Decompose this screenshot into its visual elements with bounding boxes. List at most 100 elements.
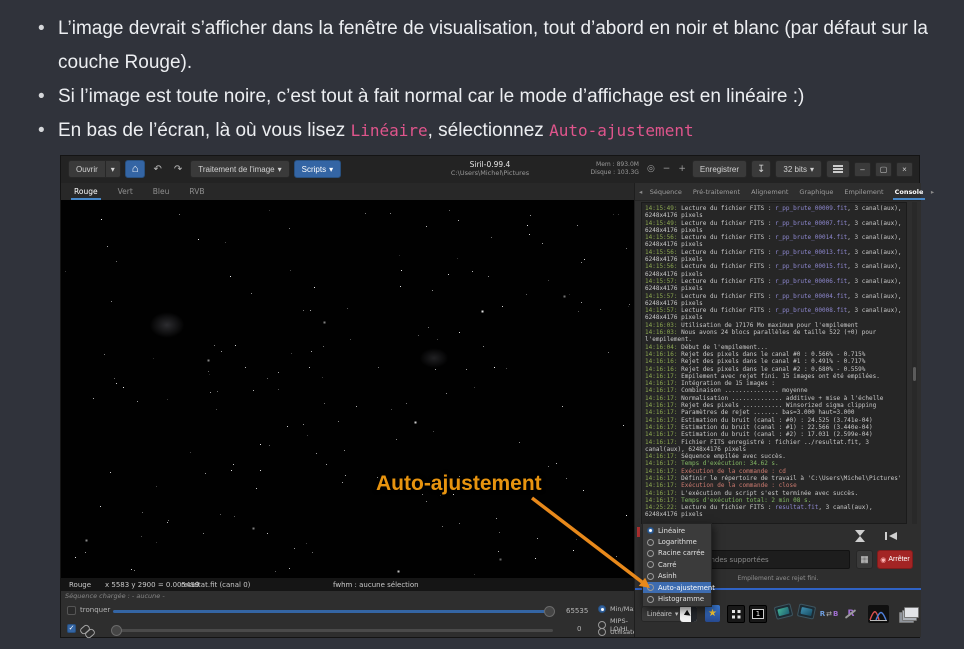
scaling-radio-min-max[interactable]: Min/Max	[598, 605, 637, 613]
display-mode-option-lin-aire[interactable]: Linéaire	[643, 525, 711, 536]
doc-bullet: Si l’image est toute noire, c’est tout à…	[36, 80, 942, 114]
high-cutoff-value: 65535	[566, 607, 589, 615]
channel-extract-icon[interactable]: R	[842, 605, 860, 623]
close-button[interactable]: ×	[896, 161, 913, 177]
stop-button[interactable]: ◉ Arrêter	[877, 550, 913, 569]
open-button[interactable]: Ouvrir	[68, 160, 106, 178]
close-icon: ×	[902, 164, 907, 174]
console-line: 14:16:17: Temps d'exécution: 34.62 s.	[645, 460, 779, 468]
inline-code: Linéaire	[350, 121, 428, 140]
zoom-in-icon[interactable]: +	[676, 164, 688, 174]
grid-view-icon[interactable]	[727, 605, 745, 623]
siril-window: Ouvrir ▾ ⌂ ↶ ↷ Traitement de l'image ▾ Sc…	[60, 155, 934, 640]
display-mode-dropdown[interactable]: Linéaire ▾	[641, 606, 685, 622]
tabs-scroll-right-icon[interactable]: ▸	[929, 188, 936, 196]
window-title: Siril-0.99.4 C:\Users\Michel\Pictures	[451, 160, 529, 178]
popup-edge-mark	[637, 527, 640, 537]
link-icon	[78, 623, 97, 640]
maximize-icon: ▢	[879, 164, 888, 174]
console-line: 14:16:17: Combinaison ............... mo…	[645, 387, 808, 395]
display-mode-option-logarithme[interactable]: Logarithme	[643, 536, 711, 547]
image-processing-label: Traitement de l'image	[198, 164, 275, 174]
toolbar-left: Ouvrir ▾ ⌂ ↶ ↷ Traitement de l'image ▾ Sc…	[68, 160, 342, 178]
undo-button[interactable]: ↶	[149, 160, 165, 178]
photometry-star-icon[interactable]: ★	[705, 605, 720, 622]
console-line: 14:16:17: L'exécution du script s'est te…	[645, 489, 859, 497]
panel-tab-items: Séquence Pré-traitement Alignement Graphiqu…	[644, 183, 929, 200]
minimize-button[interactable]: –	[854, 161, 871, 177]
monitor-alt-icon[interactable]	[796, 603, 817, 620]
console-scrollbar[interactable]	[912, 202, 917, 524]
doc-bullet: En bas de l’écran, là où vous lisez Liné…	[36, 114, 942, 148]
chevron-down-icon: ▾	[809, 164, 814, 174]
low-cutoff-slider[interactable]	[113, 629, 553, 632]
home-button[interactable]: ⌂	[124, 160, 146, 178]
hamburger-icon	[833, 168, 843, 170]
channel-tab-bleu[interactable]: Bleu	[143, 183, 180, 200]
toolbar-right: Mem : 893.0M Disque : 103.3G ◎ − + Enreg…	[591, 160, 913, 178]
minimize-icon: –	[860, 164, 865, 174]
console-log[interactable]: 14:15:49: Lecture du fichier FITS : r_pp…	[641, 202, 907, 524]
display-mode-option-racine-carr-e[interactable]: Racine carrée	[643, 548, 711, 559]
export-log-icon[interactable]	[885, 531, 897, 541]
histogram-icon[interactable]	[868, 605, 889, 623]
display-mode-option-auto-ajustement[interactable]: Auto-ajustement	[643, 581, 715, 594]
stop-icon: ◉	[880, 556, 887, 564]
monitor-icon[interactable]	[773, 603, 794, 620]
low-cutoff-handle[interactable]	[111, 625, 122, 636]
zoom-out-icon[interactable]: −	[661, 164, 673, 174]
console-line: 14:16:04: Début de l'empilement...	[645, 343, 768, 351]
low-cutoff-value: 0	[577, 625, 582, 633]
display-mode-option-asinh[interactable]: Asinh	[643, 571, 711, 582]
negative-view-icon[interactable]	[680, 605, 697, 622]
console-line: 14:16:16: Rejet des pixels dans le canal…	[645, 365, 866, 373]
console-line: 14:16:03: Utilisation de 17176 Mo maximu…	[645, 321, 859, 329]
channel-swap-icon[interactable]: R ⇄ B	[819, 605, 839, 623]
scripts-button[interactable]: Scripts ▾	[293, 160, 342, 178]
panel-tab-pr-traitement[interactable]: Pré-traitement	[687, 183, 745, 200]
save-button[interactable]: Enregistrer	[691, 160, 748, 178]
save-as-button[interactable]: ↧	[751, 160, 772, 178]
inline-code: Auto-ajustement	[549, 121, 694, 140]
high-cutoff-slider[interactable]	[113, 610, 553, 613]
bullet-text: Si l’image est toute noire, c’est tout à…	[58, 86, 805, 107]
console-line: 14:16:17: Séquence empilée avec succès.	[645, 453, 786, 461]
bit-depth-label: 32 bits	[783, 164, 807, 174]
panel-tab-console[interactable]: Console	[889, 183, 929, 200]
bit-depth-dropdown[interactable]: 32 bits ▾	[775, 160, 822, 178]
panel-tab-s-quence[interactable]: Séquence	[644, 183, 687, 200]
instructions: L’image devrait s’afficher dans la fenêt…	[36, 12, 942, 148]
panel-tab-empilement[interactable]: Empilement	[839, 183, 889, 200]
console-line: 14:16:17: Empilement avec rejet fini. 15…	[645, 372, 880, 380]
high-cutoff-handle[interactable]	[544, 606, 555, 617]
zoom-fit-icon[interactable]: ◎	[645, 164, 657, 174]
chevron-down-icon: ▾	[110, 164, 115, 174]
console-line: 14:15:49: Lecture du fichier FITS : r_pp…	[645, 219, 902, 234]
channel-tab-rouge[interactable]: Rouge	[64, 183, 108, 200]
redo-icon: ↷	[173, 163, 183, 175]
image-processing-button[interactable]: Traitement de l'image ▾	[190, 160, 290, 178]
tabs-scroll-left-icon[interactable]: ◂	[637, 188, 644, 196]
status-fwhm: fwhm : aucune sélection	[333, 581, 419, 589]
image-list-icon[interactable]	[898, 605, 919, 623]
panel-tabs: ◂ Séquence Pré-traitement Alignement Graphi…	[635, 183, 934, 201]
display-mode-option-histogramme[interactable]: Histogramme	[643, 593, 711, 604]
panel-tab-alignement[interactable]: Alignement	[746, 183, 794, 200]
open-dropdown-button[interactable]: ▾	[105, 160, 121, 178]
image-view[interactable]	[61, 200, 634, 578]
channel-tab-rvb[interactable]: RVB	[179, 183, 214, 200]
panel-tab-graphique[interactable]: Graphique	[794, 183, 839, 200]
maximize-button[interactable]: ▢	[875, 161, 892, 177]
single-view-icon[interactable]: 1	[749, 605, 767, 623]
resources-info: Mem : 893.0M Disque : 103.3G	[591, 161, 639, 177]
command-list-button[interactable]: ▦	[856, 550, 873, 569]
working-directory: C:\Users\Michel\Pictures	[450, 169, 530, 177]
clear-console-icon[interactable]	[855, 530, 865, 542]
link-checkbox[interactable]: ✓	[67, 624, 76, 633]
display-mode-option-carr-[interactable]: Carré	[643, 559, 711, 570]
redo-button[interactable]: ↷	[170, 160, 186, 178]
channel-tab-vert[interactable]: Vert	[108, 183, 143, 200]
menu-button[interactable]	[826, 160, 850, 178]
truncate-checkbox[interactable]	[67, 606, 76, 615]
status-filename: resultat.fit (canal 0)	[181, 581, 251, 589]
